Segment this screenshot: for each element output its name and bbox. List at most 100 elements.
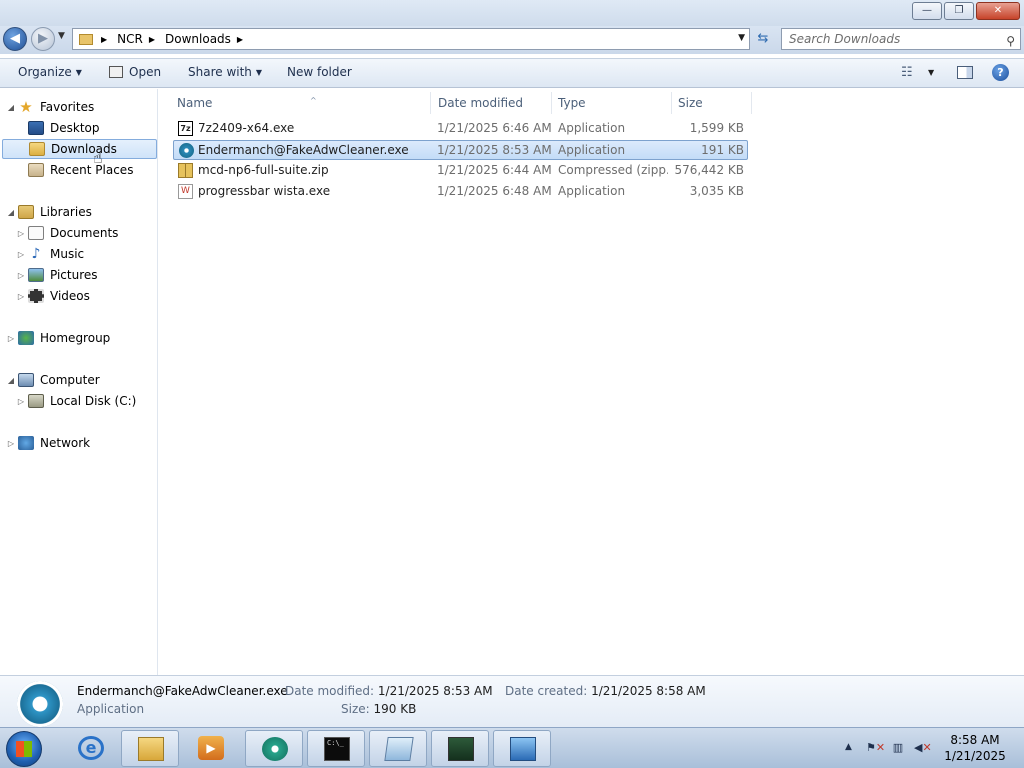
column-header-size[interactable]: Size xyxy=(672,92,752,114)
help-icon[interactable]: ? xyxy=(992,64,1009,81)
column-label: Name xyxy=(177,96,213,110)
expand-icon[interactable]: ▷ xyxy=(16,397,26,406)
column-label: Date modified xyxy=(438,96,524,110)
title-bar: — ❐ ✕ xyxy=(0,0,1024,26)
taskbar-task-manager[interactable] xyxy=(431,730,489,767)
minimize-button[interactable]: — xyxy=(912,2,942,20)
nav-videos[interactable]: ▷ Videos xyxy=(16,286,90,306)
nav-label: Desktop xyxy=(50,121,100,135)
taskbar-notepad[interactable] xyxy=(369,730,427,767)
taskbar-media-player[interactable]: ▶ xyxy=(182,730,240,767)
address-row: ◀ ▶ ▼ ▶ NCR ▶ Downloads ▶ ▼ ⇆ ⚲ xyxy=(0,26,1024,54)
nav-label: Recent Places xyxy=(50,163,134,177)
nav-favorites[interactable]: ◢ ★ Favorites xyxy=(6,97,94,117)
start-button[interactable] xyxy=(6,731,42,767)
7zip-icon: 7z xyxy=(178,121,193,136)
chevron-down-icon: ▼ xyxy=(75,68,82,77)
nav-recent-places[interactable]: Recent Places xyxy=(16,160,133,180)
nav-label: Homegroup xyxy=(40,331,111,345)
chevron-down-icon[interactable]: ▼ xyxy=(928,68,934,77)
show-hidden-icons-button[interactable]: ▲ xyxy=(845,742,852,752)
network-status-icon[interactable]: ▥ xyxy=(890,741,906,755)
clock-time: 8:58 AM xyxy=(950,733,1000,747)
search-input[interactable] xyxy=(789,32,989,46)
expand-icon[interactable]: ▷ xyxy=(6,334,16,343)
notepad-icon xyxy=(384,737,414,761)
organize-button[interactable]: Organize ▼ xyxy=(18,65,82,79)
forward-button[interactable]: ▶ xyxy=(31,27,55,51)
windows-logo-icon xyxy=(16,741,32,757)
chevron-down-icon: ▼ xyxy=(255,68,263,77)
desktop-icon xyxy=(28,121,44,135)
file-row-selected[interactable]: Endermanch@FakeAdwCleaner.exe 1/21/2025 … xyxy=(173,140,748,160)
nav-label: Local Disk (C:) xyxy=(50,394,137,408)
recent-places-icon xyxy=(28,163,44,177)
close-button[interactable]: ✕ xyxy=(976,2,1020,20)
expand-icon[interactable]: ◢ xyxy=(6,208,16,217)
file-date: 1/21/2025 6:48 AM xyxy=(437,184,552,198)
file-row[interactable]: 7z 7z2409-x64.exe 1/21/2025 6:46 AM Appl… xyxy=(173,119,748,139)
clock[interactable]: 8:58 AM 1/21/2025 xyxy=(940,732,1010,764)
action-center-icon[interactable]: ⚑✕ xyxy=(866,741,885,755)
nav-label: Documents xyxy=(50,226,119,240)
nav-downloads[interactable]: Downloads xyxy=(2,139,157,159)
file-size: 1,599 KB xyxy=(689,121,744,135)
taskbar-windows-explorer[interactable] xyxy=(121,730,179,767)
chevron-right-icon[interactable]: ▶ xyxy=(237,35,243,44)
nav-local-disk[interactable]: ▷ Local Disk (C:) xyxy=(16,391,136,411)
share-with-button[interactable]: Share with ▼ xyxy=(188,65,262,79)
nav-pictures[interactable]: ▷ Pictures xyxy=(16,265,98,285)
expand-icon[interactable]: ▷ xyxy=(16,250,26,259)
expand-icon[interactable]: ◢ xyxy=(6,103,16,112)
maximize-button[interactable]: ❐ xyxy=(944,2,974,20)
file-row[interactable]: mcd-np6-full-suite.zip 1/21/2025 6:44 AM… xyxy=(173,161,748,181)
clock-date: 1/21/2025 xyxy=(944,749,1006,763)
nav-desktop[interactable]: Desktop xyxy=(16,118,100,138)
file-row[interactable]: W progressbar wista.exe 1/21/2025 6:48 A… xyxy=(173,182,748,202)
refresh-icon[interactable]: ⇆ xyxy=(752,29,774,49)
adwcleaner-icon xyxy=(179,143,194,158)
preview-pane-icon[interactable] xyxy=(957,66,973,79)
details-value: 1/21/2025 8:58 AM xyxy=(591,684,706,698)
expand-icon[interactable]: ▷ xyxy=(6,439,16,448)
taskbar: e ▶ C:\_ ▲ ⚑✕ ▥ ◀✕ 8:58 AM 1/21/2025 xyxy=(0,727,1024,768)
column-header-name[interactable]: Name ^ xyxy=(171,92,431,114)
details-label: Date modified: xyxy=(285,684,375,698)
breadcrumb-ncr[interactable]: NCR xyxy=(117,32,143,46)
nav-libraries[interactable]: ◢ Libraries xyxy=(6,202,92,222)
nav-homegroup[interactable]: ▷ Homegroup xyxy=(6,328,110,348)
column-header-type[interactable]: Type xyxy=(552,92,672,114)
windows-explorer-icon xyxy=(138,737,164,761)
file-type: Compressed (zipp... xyxy=(558,163,668,177)
file-name: mcd-np6-full-suite.zip xyxy=(198,163,329,177)
open-button[interactable]: Open xyxy=(109,65,161,79)
address-history-dropdown[interactable]: ▼ xyxy=(738,33,745,43)
nav-computer[interactable]: ◢ Computer xyxy=(6,370,100,390)
expand-icon[interactable]: ▷ xyxy=(16,292,26,301)
file-name: progressbar wista.exe xyxy=(198,184,331,198)
chevron-right-icon[interactable]: ▶ xyxy=(101,35,107,44)
recent-pages-dropdown[interactable]: ▼ xyxy=(58,31,65,41)
change-view-icon[interactable]: ☷ xyxy=(901,65,913,80)
nav-documents[interactable]: ▷ Documents xyxy=(16,223,118,243)
new-folder-button[interactable]: New folder xyxy=(287,65,352,79)
taskbar-command-prompt[interactable]: C:\_ xyxy=(307,730,365,767)
taskbar-fake-adwcleaner[interactable] xyxy=(245,730,303,767)
search-icon[interactable]: ⚲ xyxy=(1006,31,1015,51)
taskbar-network-app[interactable] xyxy=(493,730,551,767)
taskbar-internet-explorer[interactable]: e xyxy=(62,730,120,767)
expand-icon[interactable]: ◢ xyxy=(6,376,16,385)
nav-music[interactable]: ▷ ♪ Music xyxy=(16,244,84,264)
volume-muted-icon[interactable]: ◀✕ xyxy=(914,741,932,755)
chevron-right-icon[interactable]: ▶ xyxy=(149,35,155,44)
breadcrumb-downloads[interactable]: Downloads xyxy=(165,32,231,46)
back-button[interactable]: ◀ xyxy=(3,27,27,51)
column-header-date-modified[interactable]: Date modified xyxy=(432,92,552,114)
file-size: 576,442 KB xyxy=(674,163,744,177)
address-bar[interactable]: ▶ NCR ▶ Downloads ▶ ▼ xyxy=(72,28,750,50)
search-box[interactable]: ⚲ xyxy=(781,28,1021,50)
expand-icon[interactable]: ▷ xyxy=(16,271,26,280)
expand-icon[interactable]: ▷ xyxy=(16,229,26,238)
nav-network[interactable]: ▷ Network xyxy=(6,433,90,453)
details-date-modified: Date modified: 1/21/2025 8:53 AM xyxy=(285,684,493,698)
